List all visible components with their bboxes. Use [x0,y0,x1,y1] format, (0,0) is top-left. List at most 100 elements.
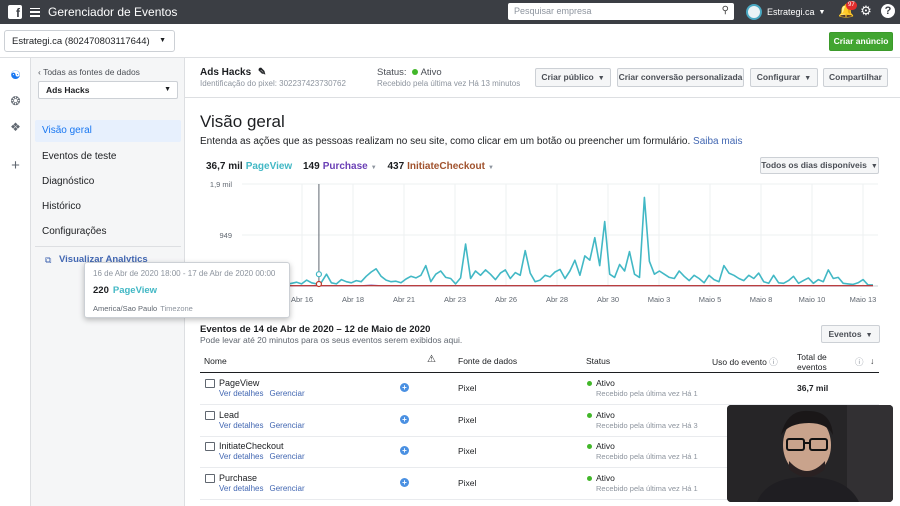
chart-x-tick-label: Maio 10 [799,295,826,304]
data-sources-icon[interactable]: ☯ [9,69,22,82]
pixel-status: Status: Ativo [377,67,442,78]
view-details-link[interactable]: Ver detalhes [219,484,263,493]
page-icon [205,379,215,388]
account-name: Estrategi.ca [767,7,815,17]
status-active-dot [411,69,418,75]
chevron-down-icon: ▼ [870,163,878,170]
cart-icon [205,473,215,483]
event-status-detail: Recebido pela última vez Há 1 [596,452,698,461]
metric-pageview-value: 36,7 mil [206,161,243,172]
account-bar: Estrategi.ca (802470803117644) ▼ Criar a… [0,24,900,58]
event-source: Pixel [458,446,477,456]
add-icon[interactable]: + [9,158,22,173]
chevron-down-icon: ▼ [164,86,171,93]
add-icon[interactable]: + [400,414,409,424]
chart-hover-point [315,271,323,278]
partners-icon[interactable]: ❖ [9,121,22,134]
event-source: Pixel [458,383,477,393]
metric-checkout-label[interactable]: InitiateCheckout [407,161,485,172]
account-avatar [746,4,762,20]
events-filter-button[interactable]: Eventos ▼ [821,325,880,343]
chevron-down-icon[interactable]: ▼ [371,165,377,171]
manage-link[interactable]: Gerenciar [269,484,304,493]
chevron-down-icon: ▼ [804,75,812,82]
metric-checkout-value: 437 [387,161,405,172]
event-name: Purchase [219,472,258,483]
usage-label: Uso do evento [712,357,767,367]
configure-button[interactable]: Configurar ▼ [750,68,818,87]
chevron-down-icon[interactable]: ▼ [488,165,494,171]
configure-label: Configurar [756,72,801,82]
event-source: Pixel [458,414,477,425]
ad-account-select[interactable]: Estrategi.ca (802470803117644) ▼ [4,30,175,52]
sidebar-item-history[interactable]: Histórico [35,196,181,218]
menu-icon[interactable] [30,7,40,17]
metric-pageview-label[interactable]: PageView [246,161,293,172]
chevron-down-icon: ▼ [865,332,873,339]
chart-x-tick-label: Abr 26 [495,295,517,304]
icon-rail: ☯ ❂ ❖ + [0,58,31,506]
pixel-name: Ads Hacks ✎ [200,67,266,78]
create-ad-button[interactable]: Criar anúncio [829,32,893,51]
pixel-select[interactable]: Ads Hacks ▼ [38,81,178,99]
sidebar-item-overview[interactable]: Visão geral [35,120,181,142]
search-input[interactable]: Pesquisar empresa ⚲ [508,3,734,20]
chart-y-tick-label: 949 [219,231,232,240]
event-status: Ativo [596,409,615,420]
add-icon[interactable]: + [400,383,409,392]
event-row-links: Ver detalhes Gerenciar [219,421,305,430]
chart-x-tick-label: Abr 30 [597,295,619,304]
col-header-total[interactable]: Total de eventos [797,352,847,372]
create-audience-label: Criar público [541,72,594,82]
info-icon[interactable]: ⓘ [769,357,778,367]
help-icon[interactable]: ? [881,4,895,18]
account-switcher[interactable]: Estrategi.ca ▼ [746,3,825,21]
status-label: Status: [377,67,407,78]
page-description: Entenda as ações que as pessoas realizam… [200,136,743,147]
header-divider [185,97,900,98]
create-audience-button[interactable]: Criar público ▼ [535,68,611,87]
external-link-icon: ⧉ [45,255,52,265]
create-custom-conversion-button[interactable]: Criar conversão personalizada [617,68,744,87]
gear-icon[interactable]: ⚙ [858,3,874,19]
events-line-chart[interactable]: 1,9 mil 949 Abr 16 Abr 18 Abr 21 Abr 23 Abr 26… [185,177,885,307]
date-range-button[interactable]: Todos os dias disponíveis ▼ [760,157,879,174]
col-header-usage[interactable]: Uso do evento ⓘ [712,356,778,368]
event-name: Lead [219,409,240,420]
view-details-link[interactable]: Ver detalhes [219,421,263,430]
manage-link[interactable]: Gerenciar [269,421,304,430]
sidebar-item-test-events[interactable]: Eventos de teste [35,146,181,168]
chart-x-tick-label: Abr 21 [393,295,415,304]
add-icon[interactable]: + [400,446,409,455]
col-header-status[interactable]: Status [586,356,610,366]
manage-link[interactable]: Gerenciar [269,389,304,398]
edit-pencil-icon[interactable]: ✎ [258,67,266,78]
manage-link[interactable]: Gerenciar [269,452,304,461]
notifications-bell-icon[interactable]: 🔔 97 [838,1,857,19]
learn-more-link[interactable]: Saiba mais [693,136,742,147]
info-icon[interactable]: ⓘ [855,356,864,368]
checkout-icon [205,442,215,451]
col-header-source[interactable]: Fonte de dados [458,356,517,366]
sort-arrow-icon[interactable]: ↓ [870,356,874,366]
view-details-link[interactable]: Ver detalhes [219,452,263,461]
pixel-name-text: Ads Hacks [200,67,252,78]
warning-icon: ⚠ [427,354,436,365]
events-section-title: Eventos de 14 de Abr de 2020 – 12 de Mai… [200,324,431,335]
table-header-divider [200,372,879,373]
sidebar-divider [35,246,181,247]
metric-purchase-label[interactable]: Purchase [323,161,368,172]
add-icon[interactable]: + [400,477,409,487]
facebook-logo-icon[interactable]: f [8,5,22,19]
back-to-data-sources-link[interactable]: ‹ Todas as fontes de dados [38,67,140,77]
chevron-down-icon: ▼ [818,8,826,16]
col-header-name[interactable]: Nome [204,356,227,366]
view-details-link[interactable]: Ver detalhes [219,389,263,398]
sidebar-item-diagnostics[interactable]: Diagnóstico [35,171,181,193]
status-active-dot [587,412,592,418]
sidebar-item-settings[interactable]: Configurações [35,221,181,243]
chart-x-tick-label: Abr 18 [342,295,364,304]
event-name: InitiateCheckout [219,441,284,451]
share-button[interactable]: Compartilhar [823,68,888,87]
settings-wheel-icon[interactable]: ❂ [9,95,22,108]
